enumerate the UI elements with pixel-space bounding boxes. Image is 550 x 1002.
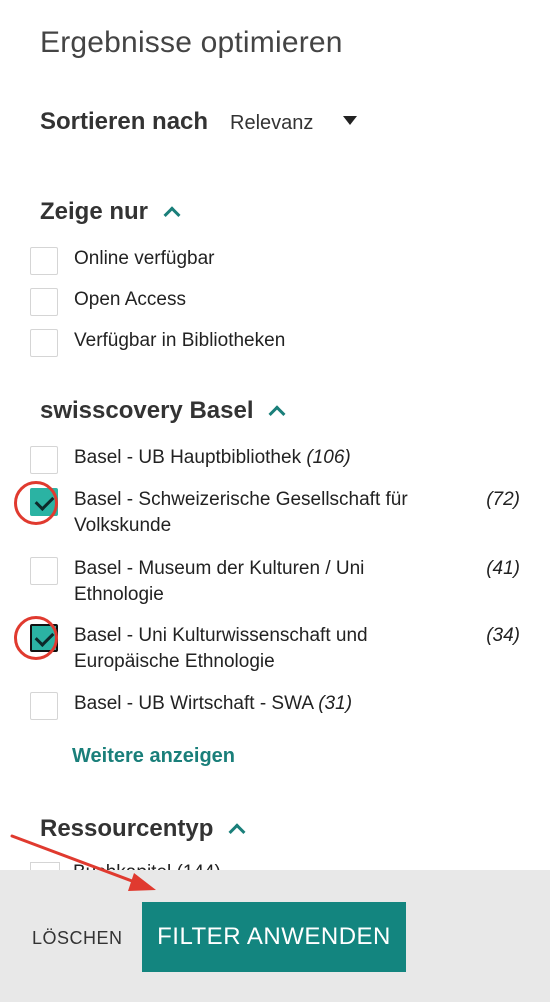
annotation-circle [14,616,58,660]
section-heading: swisscovery Basel [40,397,254,424]
sort-label: Sortieren nach [40,108,209,135]
section-swisscovery-header[interactable]: swisscovery Basel [40,397,286,425]
checkbox[interactable] [30,692,58,720]
section-show-only-header[interactable]: Zeige nur [40,198,181,226]
checkbox-label-line1: Basel - Uni Kulturwissenschaft und [74,625,368,646]
checkbox-label-line2: Volkskunde [74,515,172,536]
filter-open-access[interactable]: Open Access [30,288,520,316]
checkbox-label: Basel - UB Hauptbibliothek [74,447,302,468]
filter-library-sgv[interactable]: Basel - Schweizerische Gesellschaft für … [30,488,520,539]
checkbox[interactable] [30,247,58,275]
annotation-circle [14,481,58,525]
facet-count: (72) [486,489,520,510]
checkbox-label: Open Access [74,289,186,310]
clear-button[interactable]: LÖSCHEN [32,928,123,949]
sort-value[interactable]: Relevanz [230,112,313,135]
checkbox-label-line1: Basel - Museum der Kulturen / Uni [74,558,365,579]
checkbox[interactable] [30,288,58,316]
section-heading: Zeige nur [40,198,149,225]
sort-control[interactable]: Sortieren nach Relevanz [40,108,358,136]
apply-filter-button[interactable]: FILTER ANWENDEN [142,902,406,972]
section-heading: Ressourcentyp [40,815,214,842]
checkbox-label-line1: Basel - Schweizerische Gesellschaft für [74,489,408,510]
checkbox-label: Verfügbar in Bibliotheken [74,330,286,351]
checkbox[interactable] [30,557,58,585]
filter-online-available[interactable]: Online verfügbar [30,247,520,275]
filter-library-ub-wirtschaft[interactable]: Basel - UB Wirtschaft - SWA (31) [30,692,520,720]
page-title: Ergebnisse optimieren [40,26,343,59]
filter-library-uni-kulturwissenschaft[interactable]: Basel - Uni Kulturwissenschaft und Europ… [30,624,520,675]
checkbox[interactable] [30,329,58,357]
checkbox-label: Basel - UB Wirtschaft - SWA [74,693,313,714]
filter-action-bar: LÖSCHEN FILTER ANWENDEN [0,870,550,1002]
chevron-up-icon[interactable] [163,206,181,224]
section-resource-type-header[interactable]: Ressourcentyp [40,815,246,843]
chevron-up-icon[interactable] [268,405,286,423]
checkbox-label-line2: Europäische Ethnologie [74,651,275,672]
checkbox[interactable] [30,446,58,474]
facet-count: (34) [486,625,520,646]
caret-down-icon[interactable] [343,116,358,125]
show-more-link[interactable]: Weitere anzeigen [72,745,235,768]
facet-count: (41) [486,558,520,579]
filter-library-ub-hauptbibliothek[interactable]: Basel - UB Hauptbibliothek (106) [30,446,520,474]
chevron-up-icon[interactable] [228,823,246,841]
facet-count: (106) [306,447,351,468]
filter-library-museum-kulturen[interactable]: Basel - Museum der Kulturen / Uni Ethnol… [30,557,520,608]
checkbox-label-line2: Ethnologie [74,584,164,605]
filter-panel: Ergebnisse optimieren Sortieren nach Rel… [0,0,550,1002]
checkbox-label: Online verfügbar [74,248,215,269]
facet-count: (31) [318,693,353,714]
filter-available-in-libraries[interactable]: Verfügbar in Bibliotheken [30,329,520,357]
